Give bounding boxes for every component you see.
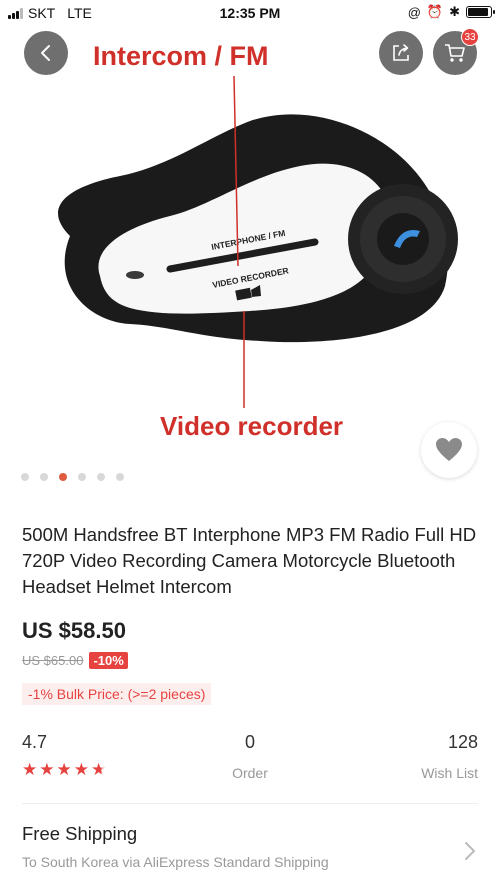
- back-icon: [41, 45, 50, 61]
- wishlist-count: 128: [447, 732, 478, 752]
- heart-icon: [436, 438, 462, 461]
- share-icon: [393, 44, 409, 61]
- original-price-row: US $65.00 -10%: [22, 652, 128, 669]
- bulk-price-tag: -1% Bulk Price: (>=2 pieces): [22, 683, 212, 705]
- order-label: Order: [232, 765, 268, 781]
- product-title: 500M Handsfree BT Interphone MP3 FM Radi…: [22, 524, 477, 597]
- shipping-title: Free Shipping: [22, 823, 138, 844]
- shipping-subtitle: To South Korea via AliExpress Standard S…: [22, 854, 329, 870]
- cart-count-badge: 33: [461, 28, 479, 46]
- wishlist-button[interactable]: [421, 422, 477, 478]
- carousel-dot: [97, 473, 105, 481]
- cart-icon: [445, 44, 465, 62]
- chevron-right-icon: [465, 842, 475, 860]
- product-image-carousel[interactable]: INTERPHONE / FM VIDEO RECORDER Intercom …: [0, 26, 500, 500]
- carousel-dot: [116, 473, 124, 481]
- wishlist-stat: 128 Wish List: [421, 732, 478, 781]
- annotation-intercom-fm: Intercom / FM: [93, 41, 269, 71]
- product-price: US $58.50: [22, 618, 126, 643]
- carousel-dot: [21, 473, 29, 481]
- original-price: US $65.00: [22, 653, 84, 668]
- location-icon: @: [407, 4, 421, 20]
- annotation-video-recorder: Video recorder: [160, 411, 344, 441]
- alarm-icon: ⏰: [426, 4, 444, 19]
- status-bar: SKT LTE 12:35 PM @ ⏰ ✱: [0, 0, 500, 26]
- back-button[interactable]: [24, 31, 68, 75]
- order-stat: 0 Order: [22, 732, 478, 781]
- product-stats: 4.7 ★ ★ ★ ★ ★ 0 Order 128 Wish List: [22, 732, 478, 787]
- discount-badge: -10%: [89, 652, 128, 669]
- shipping-row[interactable]: Free Shipping To South Korea via AliExpr…: [22, 823, 478, 870]
- carousel-indicator: [21, 473, 124, 481]
- status-right: @ ⏰ ✱: [407, 4, 495, 20]
- share-button[interactable]: [379, 31, 423, 75]
- wishlist-label: Wish List: [421, 765, 478, 781]
- divider: [22, 803, 478, 804]
- battery-fill: [468, 8, 488, 16]
- carousel-dot: [59, 473, 67, 481]
- carousel-dot: [40, 473, 48, 481]
- bluetooth-icon: ✱: [449, 4, 460, 19]
- battery-icon: [466, 6, 495, 18]
- order-count: 0: [244, 732, 255, 752]
- cart-button[interactable]: 33: [433, 28, 479, 75]
- carousel-dot: [78, 473, 86, 481]
